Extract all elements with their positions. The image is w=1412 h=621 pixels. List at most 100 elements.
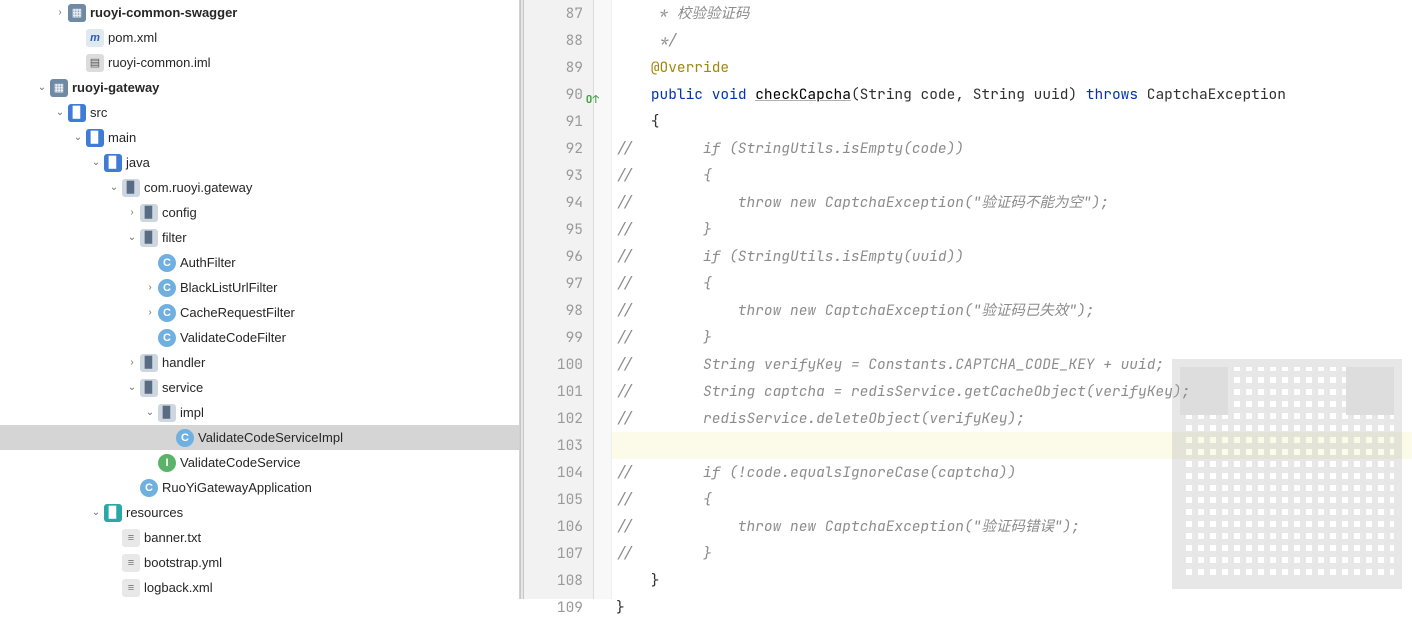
code-token: // String captcha = redisService.getCach… [616, 382, 1190, 401]
code-line[interactable]: { [612, 108, 1412, 135]
tree-item-banner-txt[interactable]: ·≡banner.txt [0, 525, 519, 550]
override-gutter-icon[interactable]: O↑ [586, 87, 599, 114]
chevron-down-icon[interactable]: ⌄ [88, 157, 104, 168]
line-number: 89 [524, 54, 583, 81]
chevron-down-icon[interactable]: ⌄ [52, 107, 68, 118]
tree-item-java[interactable]: ⌄▉java [0, 150, 519, 175]
code-line[interactable]: // redisService.deleteObject(verifyKey); [612, 405, 1412, 432]
maven-icon: m [86, 29, 104, 47]
tree-item-validatecodeserviceimpl[interactable]: ·CValidateCodeServiceImpl [0, 425, 519, 450]
tree-item-main[interactable]: ⌄▉main [0, 125, 519, 150]
code-line[interactable]: // } [612, 324, 1412, 351]
code-area[interactable]: * 校验验证码 */ @Override public void checkCa… [612, 0, 1412, 599]
tree-item-label: ValidateCodeFilter [180, 330, 286, 345]
tree-item-filter[interactable]: ⌄▉filter [0, 225, 519, 250]
code-line[interactable]: } [612, 594, 1412, 621]
code-line[interactable]: // String verifyKey = Constants.CAPTCHA_… [612, 351, 1412, 378]
chevron-right-icon[interactable]: › [142, 307, 158, 318]
tree-item-pom-xml[interactable]: ·mpom.xml [0, 25, 519, 50]
code-line[interactable]: @Override [612, 54, 1412, 81]
chevron-down-icon[interactable]: ⌄ [88, 507, 104, 518]
line-number: 98 [524, 297, 583, 324]
code-line[interactable]: // throw new CaptchaException("验证码已失效"); [612, 297, 1412, 324]
tree-item-resources[interactable]: ⌄▉ resources [0, 500, 519, 525]
tree-item-blacklisturlfilter[interactable]: ›C BlackListUrlFilter [0, 275, 519, 300]
code-token: } [616, 571, 660, 590]
tree-item-label: CacheRequestFilter [180, 305, 295, 320]
code-line[interactable]: // } [612, 540, 1412, 567]
tree-item-label: resources [126, 505, 183, 520]
code-line[interactable]: // { [612, 486, 1412, 513]
chevron-down-icon[interactable]: ⌄ [142, 407, 158, 418]
tree-item-ruoyi-common-swagger[interactable]: ›▦ruoyi-common-swagger [0, 0, 519, 25]
code-token: public [651, 85, 703, 104]
folder-blue-icon: ▉ [68, 104, 86, 122]
tree-item-validatecodefilter[interactable]: ·CValidateCodeFilter [0, 325, 519, 350]
code-token: CaptchaException [1138, 85, 1286, 104]
chevron-right-icon[interactable]: › [52, 7, 68, 18]
line-number: 88 [524, 27, 583, 54]
code-line[interactable] [612, 432, 1412, 459]
chevron-right-icon[interactable]: › [124, 207, 140, 218]
code-line[interactable]: } [612, 567, 1412, 594]
code-token: // { [616, 166, 712, 185]
tree-item-ruoyi-common-iml[interactable]: ·▤ruoyi-common.iml [0, 50, 519, 75]
tree-item-label: ValidateCodeService [180, 455, 300, 470]
chevron-down-icon[interactable]: ⌄ [34, 82, 50, 93]
tree-item-com-ruoyi-gateway[interactable]: ⌄▉com.ruoyi.gateway [0, 175, 519, 200]
code-token [616, 85, 651, 104]
code-line[interactable]: // } [612, 216, 1412, 243]
tree-item-label: main [108, 130, 136, 145]
tree-item-label: ruoyi-common-swagger [90, 5, 237, 20]
code-line[interactable]: */ [612, 27, 1412, 54]
tree-item-label: BlackListUrlFilter [180, 280, 278, 295]
tree-item-label: src [90, 105, 107, 120]
line-number: 103 [524, 432, 583, 459]
code-line[interactable]: public void checkCapcha(String code, Str… [612, 81, 1412, 108]
chevron-down-icon[interactable]: ⌄ [70, 132, 86, 143]
tree-item-label: pom.xml [108, 30, 157, 45]
tree-item-bootstrap-yml[interactable]: ·≡bootstrap.yml [0, 550, 519, 575]
line-number: 93 [524, 162, 583, 189]
line-number: 101 [524, 378, 583, 405]
code-token: // if (!code.equalsIgnoreCase(captcha)) [616, 463, 1016, 482]
line-number: 107 [524, 540, 583, 567]
tree-item-service[interactable]: ⌄▉service [0, 375, 519, 400]
chevron-down-icon[interactable]: ⌄ [124, 232, 140, 243]
chevron-right-icon[interactable]: › [142, 282, 158, 293]
code-line[interactable]: // throw new CaptchaException("验证码不能为空")… [612, 189, 1412, 216]
chevron-down-icon[interactable]: ⌄ [124, 382, 140, 393]
code-token [616, 58, 651, 77]
folder-teal-icon: ▉ [104, 504, 122, 522]
project-tree[interactable]: ›▦ruoyi-common-swagger·mpom.xml·▤ruoyi-c… [0, 0, 520, 599]
class-c-icon: C [158, 279, 176, 297]
tree-item-cacherequestfilter[interactable]: ›CCacheRequestFilter [0, 300, 519, 325]
code-line[interactable]: // throw new CaptchaException("验证码错误"); [612, 513, 1412, 540]
tree-item-ruoyi-gateway[interactable]: ⌄▦ruoyi-gateway [0, 75, 519, 100]
line-number: 102 [524, 405, 583, 432]
code-line[interactable]: // { [612, 270, 1412, 297]
folder-icon: ▉ [122, 179, 140, 197]
tree-item-handler[interactable]: ›▉handler [0, 350, 519, 375]
chevron-down-icon[interactable]: ⌄ [106, 182, 122, 193]
tree-item-impl[interactable]: ⌄▉impl [0, 400, 519, 425]
code-token: checkCapcha [755, 85, 851, 104]
code-line[interactable]: // if (StringUtils.isEmpty(code)) [612, 135, 1412, 162]
line-number: 105 [524, 486, 583, 513]
code-line[interactable]: // if (StringUtils.isEmpty(uuid)) [612, 243, 1412, 270]
code-line[interactable]: // { [612, 162, 1412, 189]
tree-item-logback-xml[interactable]: ·≡logback.xml [0, 575, 519, 599]
tree-item-ruoyigatewayapplication[interactable]: ·CRuoYiGatewayApplication [0, 475, 519, 500]
code-token: */ [616, 31, 677, 50]
tree-item-authfilter[interactable]: ·CAuthFilter [0, 250, 519, 275]
code-token: // throw new CaptchaException("验证码不能为空")… [616, 193, 1109, 212]
code-line[interactable]: // if (!code.equalsIgnoreCase(captcha)) [612, 459, 1412, 486]
code-line[interactable]: * 校验验证码 [612, 0, 1412, 27]
chevron-right-icon[interactable]: › [124, 357, 140, 368]
code-line[interactable]: // String captcha = redisService.getCach… [612, 378, 1412, 405]
code-editor[interactable]: 87888990O↑919293949596979899100101102103… [524, 0, 1412, 599]
tree-item-src[interactable]: ⌄▉ src [0, 100, 519, 125]
folder-icon: ▉ [140, 229, 158, 247]
tree-item-config[interactable]: ›▉config [0, 200, 519, 225]
tree-item-validatecodeservice[interactable]: ·IValidateCodeService [0, 450, 519, 475]
